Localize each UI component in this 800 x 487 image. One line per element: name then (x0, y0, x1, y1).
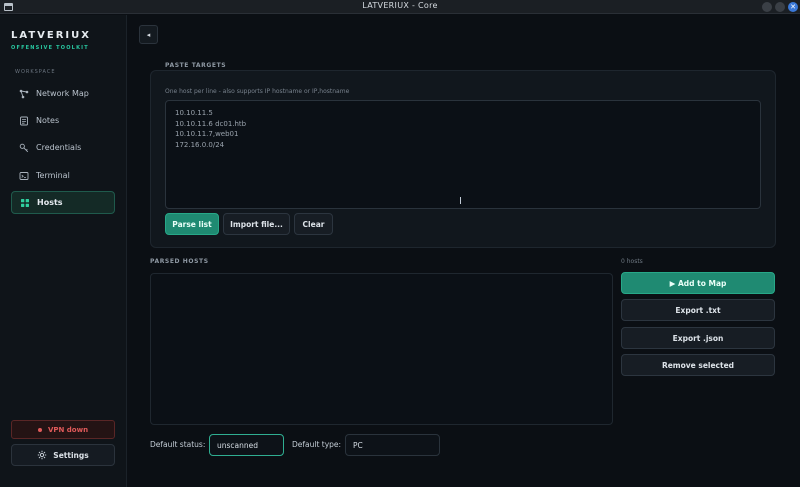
sidebar-item-notes[interactable]: Notes (11, 109, 115, 132)
settings-label: Settings (53, 450, 89, 460)
brand-name: LATVERIUX (11, 30, 91, 41)
export-json-button[interactable]: Export .json (621, 327, 775, 349)
title-bar: LATVERIUX - Core ✕ (0, 0, 800, 14)
sidebar-item-label: Terminal (36, 171, 70, 180)
hosts-icon (21, 198, 29, 207)
parsed-hosts-heading: PARSED HOSTS (150, 258, 209, 265)
add-to-map-button[interactable]: ▶ Add to Map (621, 272, 775, 294)
status-dot-icon (37, 427, 42, 432)
terminal-icon (19, 171, 29, 180)
paste-hint: One host per line - also supports IP hos… (165, 88, 350, 95)
sidebar-item-label: Credentials (36, 143, 82, 152)
sidebar-item-label: Network Map (36, 89, 89, 98)
vpn-status-badge[interactable]: VPN down (11, 420, 115, 439)
brand-subtitle: OFFENSIVE TOOLKIT (11, 45, 89, 51)
settings-button[interactable]: Settings (11, 444, 115, 466)
sidebar-item-credentials[interactable]: Credentials (11, 136, 115, 159)
default-status-label: Default status: (150, 440, 206, 449)
close-button[interactable]: ✕ (788, 2, 798, 12)
default-type-label: Default type: (292, 440, 342, 449)
sidebar-item-label: Notes (36, 116, 60, 125)
export-txt-button[interactable]: Export .txt (621, 299, 775, 321)
default-type-field[interactable]: PC (345, 434, 440, 456)
notes-icon (20, 116, 28, 125)
remove-selected-button[interactable]: Remove selected (621, 354, 775, 376)
network-icon (19, 89, 29, 98)
vpn-status-label: VPN down (47, 425, 89, 434)
sidebar-item-terminal[interactable]: Terminal (11, 164, 115, 187)
paste-targets-heading: PASTE TARGETS (165, 62, 227, 69)
workspace-section-label: WORKSPACE (15, 69, 56, 75)
chevron-left-icon: ◂ (146, 30, 151, 39)
back-button[interactable]: ◂ (139, 25, 158, 44)
sidebar-item-label: Hosts (37, 198, 63, 207)
gear-icon (38, 450, 47, 460)
import-file-button[interactable]: Import file... (223, 213, 290, 235)
window-title: LATVERIUX - Core (362, 1, 438, 10)
key-icon (19, 143, 29, 152)
parsed-hosts-list[interactable] (150, 273, 613, 425)
targets-textarea[interactable]: 10.10.11.5 10.10.11.6 dc01.htb 10.10.11.… (165, 100, 761, 209)
sidebar: LATVERIUX OFFENSIVE TOOLKIT WORKSPACE Ne… (0, 15, 127, 487)
text-cursor-icon: I (459, 196, 462, 207)
parse-list-button[interactable]: Parse list (165, 213, 219, 235)
maximize-button[interactable] (775, 2, 785, 12)
minimize-button[interactable] (762, 2, 772, 12)
sidebar-item-hosts[interactable]: Hosts (11, 191, 115, 214)
clear-button[interactable]: Clear (294, 213, 333, 235)
default-status-field[interactable]: unscanned (209, 434, 284, 456)
sidebar-item-network-map[interactable]: Network Map (11, 82, 115, 105)
host-count: 0 hosts (621, 258, 643, 265)
